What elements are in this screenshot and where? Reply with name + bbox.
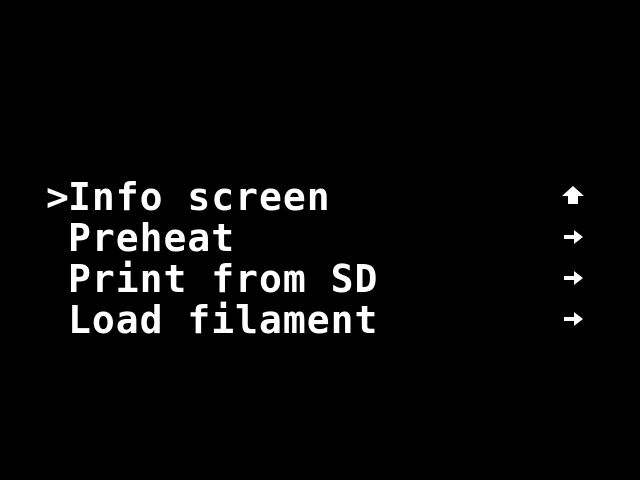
selection-cursor: >: [46, 174, 69, 219]
menu-item-label: Load filament: [68, 297, 379, 342]
main-menu: > Info screen Preheat Print from SD Load…: [46, 176, 596, 340]
menu-item-info-screen[interactable]: > Info screen: [46, 176, 596, 217]
lcd-screen: > Info screen Preheat Print from SD Load…: [0, 0, 640, 480]
right-arrow-icon: [560, 225, 586, 249]
up-arrow-icon: [560, 184, 586, 208]
right-arrow-icon: [560, 307, 586, 331]
menu-item-label: Print from SD: [68, 256, 379, 301]
right-arrow-icon: [560, 266, 586, 290]
menu-item-label: Preheat: [68, 215, 236, 260]
menu-item-preheat[interactable]: Preheat: [46, 217, 596, 258]
menu-item-print-from-sd[interactable]: Print from SD: [46, 258, 596, 299]
menu-item-load-filament[interactable]: Load filament: [46, 299, 596, 340]
menu-item-label: Info screen: [68, 174, 331, 219]
